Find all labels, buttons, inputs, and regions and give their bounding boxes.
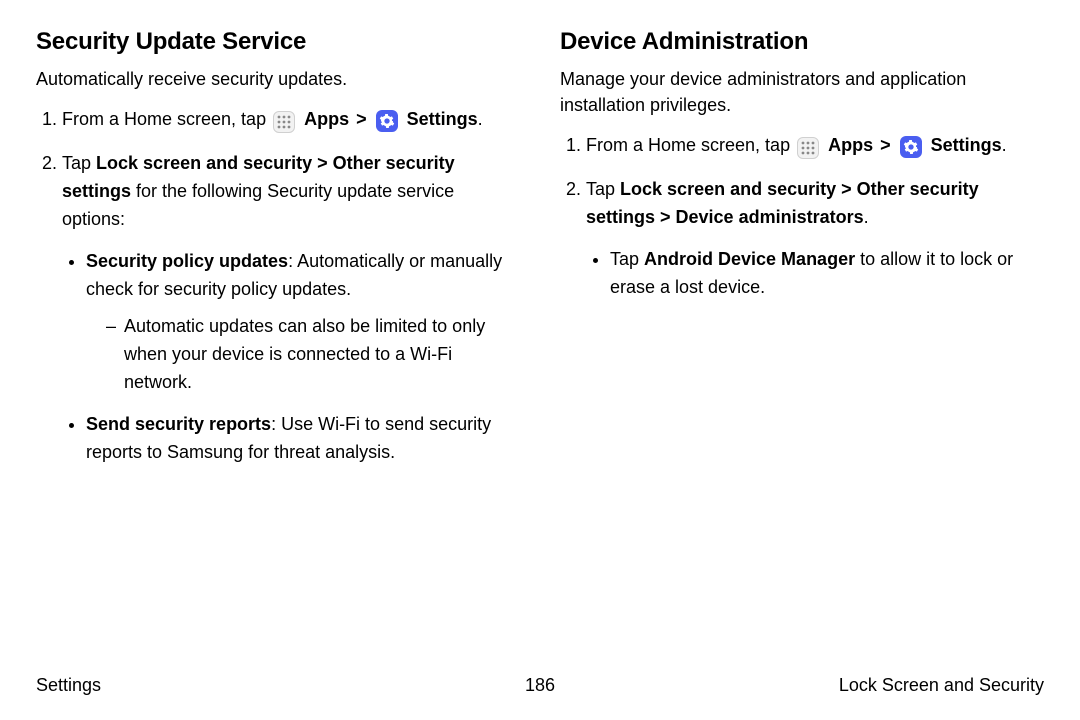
apps-icon	[797, 137, 819, 159]
footer-page-number: 186	[525, 675, 555, 696]
bullet-term: Security policy updates	[86, 251, 288, 271]
apps-label: Apps	[304, 109, 349, 129]
settings-label: Settings	[407, 109, 478, 129]
chevron-icon: >	[354, 109, 369, 129]
bullet-list: Tap Android Device Manager to allow it t…	[586, 246, 1044, 302]
footer-left: Settings	[36, 675, 101, 696]
steps-list: From a Home screen, tap Apps > Settings.	[560, 132, 1044, 301]
dash-item: Automatic updates can also be limited to…	[106, 313, 520, 397]
apps-icon	[273, 111, 295, 133]
bullet-term: Android Device Manager	[644, 249, 855, 269]
step-path: Lock screen and security > Other securit…	[586, 179, 979, 227]
dash-list: Automatic updates can also be limited to…	[86, 313, 520, 397]
section-intro: Manage your device administrators and ap…	[560, 66, 1044, 118]
step-text: Tap	[586, 179, 620, 199]
step-item: From a Home screen, tap Apps > Settings.	[62, 106, 520, 134]
steps-list: From a Home screen, tap Apps > Settings.	[36, 106, 520, 467]
bullet-item: Tap Android Device Manager to allow it t…	[610, 246, 1044, 302]
footer-right: Lock Screen and Security	[839, 675, 1044, 696]
bullet-text: Tap	[610, 249, 644, 269]
step-item: Tap Lock screen and security > Other sec…	[62, 150, 520, 467]
settings-label: Settings	[931, 135, 1002, 155]
bullet-list: Security policy updates: Automatically o…	[62, 248, 520, 467]
section-title: Device Administration	[560, 28, 1044, 56]
bullet-item: Send security reports: Use Wi-Fi to send…	[86, 411, 520, 467]
section-title: Security Update Service	[36, 28, 520, 56]
settings-gear-icon	[376, 110, 398, 132]
apps-label: Apps	[828, 135, 873, 155]
settings-gear-icon	[900, 136, 922, 158]
bullet-item: Security policy updates: Automatically o…	[86, 248, 520, 397]
left-column: Security Update Service Automatically re…	[36, 28, 520, 483]
step-text: Tap	[62, 153, 96, 173]
step-item: From a Home screen, tap Apps > Settings.	[586, 132, 1044, 160]
chevron-icon: >	[878, 135, 893, 155]
section-intro: Automatically receive security updates.	[36, 66, 520, 92]
bullet-term: Send security reports	[86, 414, 271, 434]
page-footer: Settings 186 Lock Screen and Security	[36, 675, 1044, 696]
step-text: .	[864, 207, 869, 227]
right-column: Device Administration Manage your device…	[560, 28, 1044, 483]
step-item: Tap Lock screen and security > Other sec…	[586, 176, 1044, 302]
step-text: From a Home screen, tap	[586, 135, 795, 155]
step-suffix: .	[478, 109, 483, 129]
two-column-layout: Security Update Service Automatically re…	[36, 28, 1044, 483]
step-text: From a Home screen, tap	[62, 109, 271, 129]
step-suffix: .	[1002, 135, 1007, 155]
document-page: Security Update Service Automatically re…	[0, 0, 1080, 720]
